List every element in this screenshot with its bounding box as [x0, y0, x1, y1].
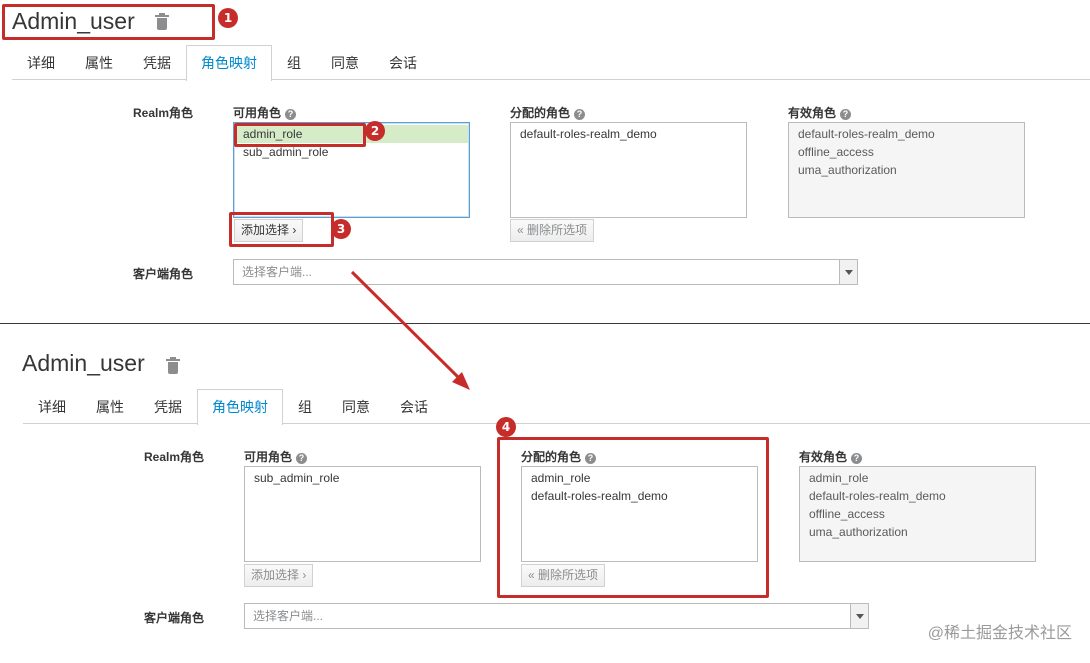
assigned-roles-label: 分配的角色? — [510, 104, 586, 121]
tab-groups[interactable]: 组 — [283, 389, 327, 424]
available-roles-label: 可用角色? — [233, 104, 297, 121]
highlight-admin-role — [234, 123, 366, 147]
list-item[interactable]: sub_admin_role — [246, 469, 479, 487]
tab-bar: 详细 属性 凭据 角色映射 组 同意 会话 — [12, 43, 1090, 81]
chevron-down-icon[interactable] — [839, 260, 857, 284]
realm-roles-label: Realm角色 — [144, 450, 205, 464]
tab-attributes[interactable]: 属性 — [70, 45, 128, 80]
tab-credentials[interactable]: 凭据 — [139, 389, 197, 424]
tab-details[interactable]: 详细 — [12, 45, 70, 80]
client-select[interactable]: 选择客户端... — [244, 603, 869, 629]
client-roles-label: 客户端角色 — [133, 267, 194, 281]
effective-roles-label: 有效角色? — [799, 448, 863, 465]
step-badge-2: 2 — [365, 121, 385, 141]
list-item: default-roles-realm_demo — [809, 489, 946, 503]
step-badge-1: 1 — [218, 8, 238, 28]
help-icon[interactable]: ? — [851, 453, 863, 464]
help-icon[interactable]: ? — [840, 109, 852, 120]
client-select-placeholder: 选择客户端... — [242, 265, 313, 279]
list-item: uma_authorization — [798, 163, 897, 177]
help-icon[interactable]: ? — [296, 453, 308, 464]
effective-roles-label: 有效角色? — [788, 104, 852, 121]
highlight-title — [2, 4, 215, 40]
tab-consents[interactable]: 同意 — [316, 45, 374, 80]
client-select[interactable]: 选择客户端... — [233, 259, 858, 285]
available-roles-label: 可用角色? — [244, 448, 308, 465]
tab-bar: 详细 属性 凭据 角色映射 组 同意 会话 — [23, 387, 1090, 425]
list-item: admin_role — [809, 471, 869, 485]
page-title: Admin_user — [22, 350, 145, 376]
tab-sessions[interactable]: 会话 — [374, 45, 432, 80]
available-roles-list[interactable]: sub_admin_role — [244, 466, 481, 562]
before-state-panel: Admin_user 详细 属性 凭据 角色映射 组 同意 会话 Realm角色… — [0, 0, 1090, 323]
tab-consents[interactable]: 同意 — [327, 389, 385, 424]
realm-roles-label: Realm角色 — [133, 106, 194, 120]
effective-roles-list: admin_role default-roles-realm_demo offl… — [799, 466, 1036, 562]
chevron-down-icon[interactable] — [850, 604, 868, 628]
list-item[interactable]: default-roles-realm_demo — [512, 125, 745, 143]
client-select-placeholder: 选择客户端... — [253, 609, 324, 623]
highlight-add-button — [229, 212, 334, 247]
tab-sessions[interactable]: 会话 — [385, 389, 443, 424]
help-icon[interactable]: ? — [285, 109, 297, 120]
tab-role-mappings[interactable]: 角色映射 — [197, 389, 283, 425]
trash-icon[interactable] — [165, 357, 181, 375]
client-roles-label: 客户端角色 — [144, 611, 205, 625]
list-item: uma_authorization — [809, 525, 908, 539]
tab-groups[interactable]: 组 — [272, 45, 316, 80]
add-selected-button[interactable]: 添加选择 › — [244, 564, 314, 587]
assigned-roles-list[interactable]: default-roles-realm_demo — [510, 122, 747, 218]
watermark: @稀土掘金技术社区 — [927, 625, 1072, 642]
step-badge-4: 4 — [496, 417, 516, 437]
list-item: offline_access — [809, 507, 885, 521]
remove-selected-button[interactable]: « 删除所选项 — [510, 219, 595, 242]
tab-role-mappings[interactable]: 角色映射 — [186, 45, 272, 81]
highlight-assigned-roles — [497, 437, 769, 598]
tab-details[interactable]: 详细 — [23, 389, 81, 424]
list-item: default-roles-realm_demo — [798, 127, 935, 141]
effective-roles-list: default-roles-realm_demo offline_access … — [788, 122, 1025, 218]
tab-attributes[interactable]: 属性 — [81, 389, 139, 424]
list-item: offline_access — [798, 145, 874, 159]
tab-credentials[interactable]: 凭据 — [128, 45, 186, 80]
after-state-panel: Admin_user 详细 属性 凭据 角色映射 组 同意 会话 Realm角色… — [0, 323, 1090, 663]
step-badge-3: 3 — [331, 219, 351, 239]
help-icon[interactable]: ? — [574, 109, 586, 120]
